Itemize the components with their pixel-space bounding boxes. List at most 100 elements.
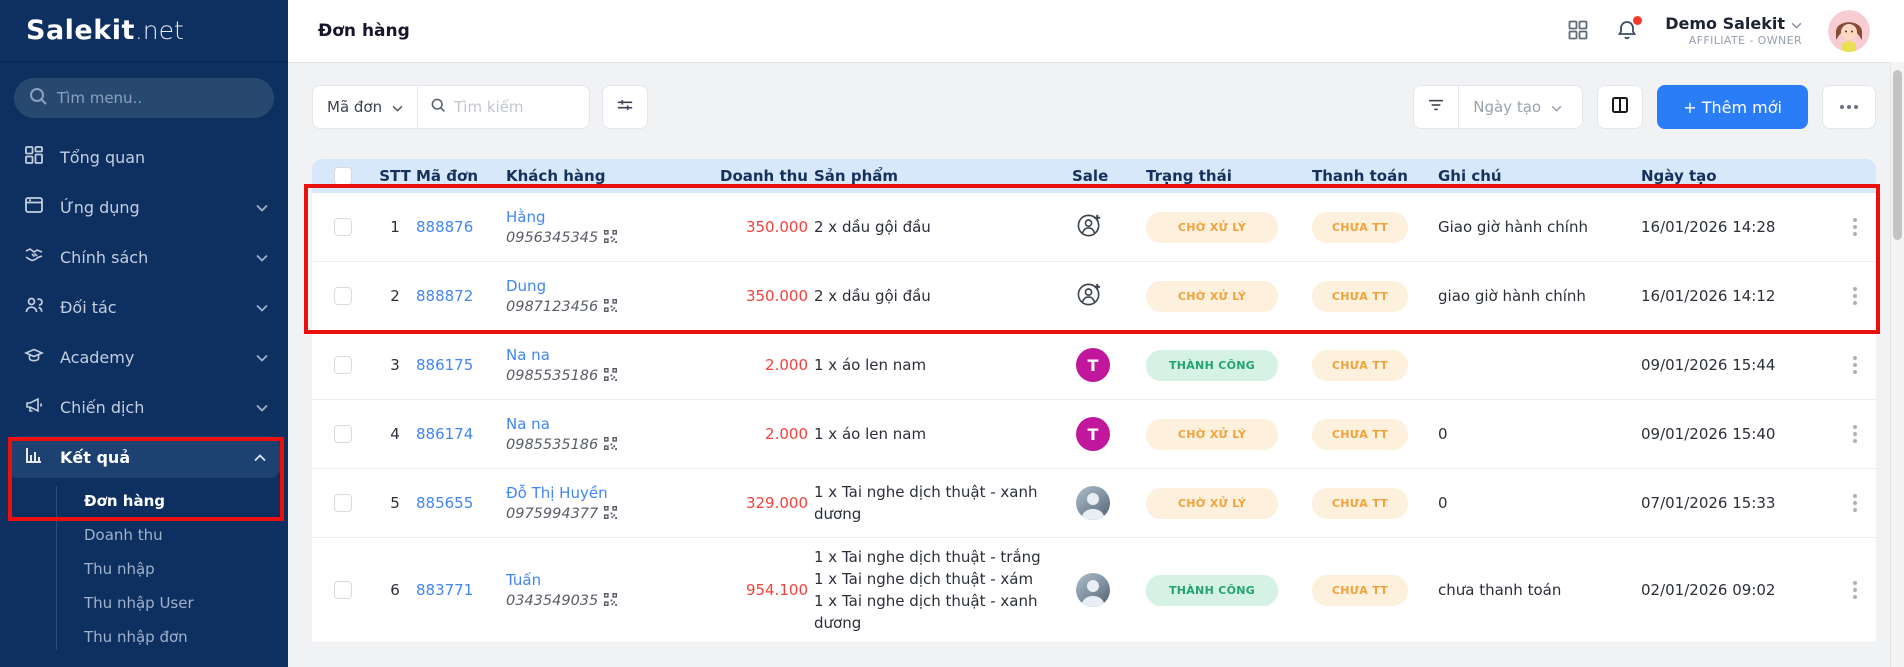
column-header-ghi-chu[interactable]: Ghi chú xyxy=(1438,167,1641,185)
customer-name-link[interactable]: Na na xyxy=(506,415,550,433)
grid-icon xyxy=(24,145,44,169)
column-header-khach-hang[interactable]: Khách hàng xyxy=(506,167,698,185)
sidebar-item-thu-nhap-user[interactable]: Thu nhập User xyxy=(0,586,288,620)
column-header-ma-don[interactable]: Mã đơn xyxy=(416,167,506,185)
search-input[interactable] xyxy=(454,98,564,116)
sale-photo-avatar xyxy=(1076,573,1110,607)
user-avatar[interactable] xyxy=(1828,10,1870,52)
product-line: 2 x dầu gội đầu xyxy=(814,216,1048,238)
sidebar-item-chinh-sach[interactable]: Chính sách xyxy=(0,232,288,282)
order-note: 0 xyxy=(1438,494,1641,512)
qr-code-icon[interactable] xyxy=(604,592,617,610)
qr-code-icon[interactable] xyxy=(604,298,617,316)
date-field-label: Ngày tạo xyxy=(1473,98,1541,116)
columns-toggle-button[interactable] xyxy=(1597,85,1643,129)
sidebar-item-thu-nhap[interactable]: Thu nhập xyxy=(0,552,288,586)
row-actions-button[interactable] xyxy=(1834,424,1876,444)
row-checkbox[interactable] xyxy=(334,425,352,443)
brand-logo-main: Salekit xyxy=(26,15,135,46)
column-header-stt[interactable]: STT xyxy=(374,167,416,185)
column-header-san-pham[interactable]: Sản phẩm xyxy=(814,167,1062,185)
chevron-down-icon xyxy=(256,348,268,366)
row-actions-button[interactable] xyxy=(1834,493,1876,513)
qr-code-icon[interactable] xyxy=(604,436,617,454)
row-actions-button[interactable] xyxy=(1834,217,1876,237)
qr-code-icon[interactable] xyxy=(604,367,617,385)
row-index: 1 xyxy=(374,218,416,236)
order-created-date: 16/01/2026 14:12 xyxy=(1641,287,1834,305)
order-code-link[interactable]: 883771 xyxy=(416,581,473,599)
sidebar-search-input[interactable] xyxy=(57,89,260,107)
column-header-ngay-tao[interactable]: Ngày tạo xyxy=(1641,167,1834,185)
customer-name-link[interactable]: Đỗ Thị Huyền xyxy=(506,484,608,502)
sidebar-item-label: Kết quả xyxy=(60,448,130,467)
column-header-trang-thai[interactable]: Trạng thái xyxy=(1146,167,1312,185)
customer-name-link[interactable]: Tuấn xyxy=(506,571,541,589)
order-revenue: 350.000 xyxy=(698,218,814,236)
sidebar-menu-search[interactable] xyxy=(14,78,274,118)
chevron-down-icon xyxy=(256,248,268,266)
scrollbar-thumb[interactable] xyxy=(1893,70,1902,240)
user-menu[interactable]: Demo Salekit AFFILIATE - OWNER xyxy=(1665,14,1802,48)
sidebar-item-thu-nhap-don[interactable]: Thu nhập đơn xyxy=(0,620,288,654)
payment-badge: CHƯA TT xyxy=(1312,212,1408,243)
row-checkbox[interactable] xyxy=(334,218,352,236)
row-actions-button[interactable] xyxy=(1834,580,1876,600)
sort-filter-button[interactable] xyxy=(1414,86,1459,128)
apps-grid-button[interactable] xyxy=(1567,19,1589,44)
sidebar-item-don-hang[interactable]: Đơn hàng xyxy=(0,484,288,518)
row-actions-button[interactable] xyxy=(1834,286,1876,306)
sale-cell xyxy=(1062,212,1146,243)
sidebar-item-ket-qua[interactable]: Kết quả xyxy=(8,436,280,478)
sidebar-item-doi-tac[interactable]: Đối tác xyxy=(0,282,288,332)
handshake-icon xyxy=(24,245,44,269)
order-code-link[interactable]: 886175 xyxy=(416,356,473,374)
column-header-thanh-toan[interactable]: Thanh toán xyxy=(1312,167,1438,185)
search-field-select[interactable]: Mã đơn xyxy=(313,86,418,128)
table-row: 5 885655 Đỗ Thị Huyền 0975994377 329.000… xyxy=(312,469,1876,538)
select-all-checkbox[interactable] xyxy=(334,167,352,185)
sidebar-item-ung-dung[interactable]: Ứng dụng xyxy=(0,182,288,232)
assign-sale-icon[interactable] xyxy=(1076,281,1103,312)
people-icon xyxy=(24,295,44,319)
sidebar-item-doanh-thu[interactable]: Doanh thu xyxy=(0,518,288,552)
ellipsis-icon xyxy=(1840,105,1844,109)
columns-icon xyxy=(1610,95,1630,119)
status-badge: THÀNH CÔNG xyxy=(1146,350,1278,381)
qr-code-icon[interactable] xyxy=(604,229,617,247)
customer-name-link[interactable]: Dung xyxy=(506,277,546,295)
sidebar-item-chien-dich[interactable]: Chiến dịch xyxy=(0,382,288,432)
column-header-sale[interactable]: Sale xyxy=(1062,167,1146,185)
row-actions-button[interactable] xyxy=(1834,355,1876,375)
brand-logo[interactable]: Salekit .net xyxy=(0,0,288,62)
more-actions-button[interactable] xyxy=(1822,85,1876,129)
advanced-filter-button[interactable] xyxy=(602,85,648,129)
order-code-link[interactable]: 888872 xyxy=(416,287,473,305)
sidebar-item-tong-quan[interactable]: Tổng quan xyxy=(0,132,288,182)
assign-sale-icon[interactable] xyxy=(1076,212,1103,243)
qr-code-icon[interactable] xyxy=(604,505,617,523)
topbar: Đơn hàng Demo Salekit xyxy=(288,0,1904,62)
customer-phone: 0975994377 xyxy=(506,506,598,522)
user-name: Demo Salekit xyxy=(1665,14,1785,34)
customer-name-link[interactable]: Na na xyxy=(506,346,550,364)
date-field-select[interactable]: Ngày tạo xyxy=(1459,98,1576,116)
row-checkbox[interactable] xyxy=(334,494,352,512)
row-checkbox[interactable] xyxy=(334,287,352,305)
chevron-down-icon xyxy=(392,98,403,116)
order-revenue: 954.100 xyxy=(698,581,814,599)
status-badge: CHỜ XỬ LÝ xyxy=(1146,212,1278,243)
column-header-doanh-thu[interactable]: Doanh thu xyxy=(698,167,814,185)
customer-cell: Na na 0985535186 xyxy=(506,415,698,454)
add-new-button[interactable]: + Thêm mới xyxy=(1657,85,1808,129)
notifications-button[interactable] xyxy=(1615,18,1639,45)
order-note: giao giờ hành chính xyxy=(1438,287,1641,305)
customer-name-link[interactable]: Hằng xyxy=(506,208,546,226)
sidebar-item-academy[interactable]: Academy xyxy=(0,332,288,382)
order-code-link[interactable]: 885655 xyxy=(416,494,473,512)
order-code-link[interactable]: 888876 xyxy=(416,218,473,236)
brand-logo-suffix: .net xyxy=(135,16,184,45)
row-checkbox[interactable] xyxy=(334,356,352,374)
row-checkbox[interactable] xyxy=(334,581,352,599)
order-code-link[interactable]: 886174 xyxy=(416,425,473,443)
